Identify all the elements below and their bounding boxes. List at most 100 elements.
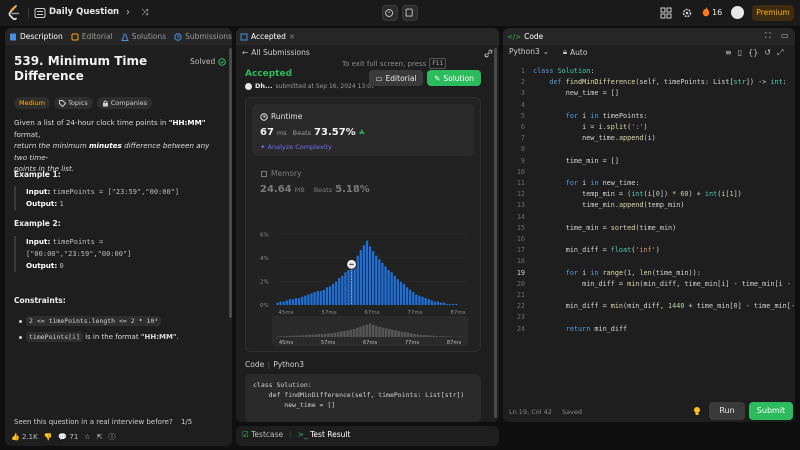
- performance-stats: Runtime 67 ms Beats 73.57% ☘ ✦ Analyze C…: [245, 97, 481, 352]
- minimap-tick-label: 77ms: [405, 340, 420, 346]
- problem-list-icon[interactable]: [34, 7, 46, 19]
- memory-label[interactable]: Memory: [260, 169, 302, 178]
- hint-text: To exit full screen, press: [342, 59, 427, 68]
- link-icon[interactable]: [484, 49, 493, 58]
- code-line[interactable]: time_min = sorted(time_min): [533, 223, 677, 234]
- companies-chip[interactable]: Companies: [96, 97, 153, 109]
- solution-button[interactable]: ✎ Solution: [427, 70, 481, 86]
- code-line[interactable]: class Solution:: [533, 66, 594, 77]
- seen-page[interactable]: 1/5: [181, 418, 192, 426]
- editorial-button[interactable]: ▭ Editorial: [369, 70, 423, 86]
- maximize-icon[interactable]: ⛶: [765, 31, 771, 41]
- run-button[interactable]: Run: [709, 402, 745, 420]
- tab-editorial[interactable]: Editorial: [67, 28, 117, 45]
- code-line[interactable]: for i in range(1, len(time_min)):: [533, 268, 701, 279]
- help-icon[interactable]: ⓘ: [108, 432, 115, 442]
- tab-submissions[interactable]: Submissions: [170, 28, 232, 45]
- runtime-card[interactable]: Runtime 67 ms Beats 73.57% ☘ ✦ Analyze C…: [252, 104, 474, 156]
- minimap-bar: [333, 332, 337, 337]
- tab-description[interactable]: Description: [5, 28, 67, 45]
- code-line[interactable]: for i in timePoints:: [533, 111, 648, 122]
- code-line[interactable]: new_time = []: [533, 88, 619, 99]
- minimap-bar: [381, 327, 385, 337]
- submission-tab-bar: Accepted ✕: [236, 28, 499, 45]
- submit-button[interactable]: Submit: [749, 402, 793, 420]
- histogram-bar: [449, 303, 452, 305]
- premium-button[interactable]: Premium: [752, 5, 794, 21]
- histogram-bar: [452, 303, 455, 305]
- tab-test-result[interactable]: >_ Test Result: [298, 430, 351, 439]
- runtime-distribution-chart[interactable]: 6% 4% 2% 0% 45ms 57ms 67ms 77ms 87ms 45ms 57ms 67ms…: [246, 198, 482, 353]
- code-editor[interactable]: 1 class Solution: 2 def findMinDifference(…: [503, 64, 795, 399]
- code-line[interactable]: return min_diff: [533, 324, 627, 335]
- histogram-bar: [381, 262, 384, 305]
- line-number: 23: [516, 313, 525, 322]
- submitted-code[interactable]: class Solution: def findMinDifference(se…: [245, 374, 481, 422]
- code-line[interactable]: i = i.split(':'): [533, 122, 648, 133]
- histogram-bar: [387, 269, 390, 305]
- desc-emphasis: minutes: [89, 141, 122, 150]
- gear-icon[interactable]: [681, 7, 693, 19]
- button-label: Solution: [443, 73, 474, 83]
- description-tab-bar: Description Editorial Solutions Submissi…: [5, 28, 232, 45]
- editor-status: Ln 19, Col 42 Saved: [509, 408, 582, 416]
- leetcode-logo-icon[interactable]: [7, 5, 21, 21]
- close-icon[interactable]: ✕: [289, 33, 295, 41]
- prev-question-icon[interactable]: ‹: [105, 6, 119, 20]
- code-line[interactable]: temp_min = (int(i[0]) * 60) + int(i[1]): [533, 189, 742, 200]
- tab-code[interactable]: </> Code: [503, 28, 547, 45]
- timer-button[interactable]: [382, 5, 398, 21]
- scrollbar[interactable]: [229, 48, 232, 318]
- code-line[interactable]: min_diff = min(min_diff, time_min[i] - t…: [533, 279, 795, 290]
- tab-solutions[interactable]: Solutions: [117, 28, 170, 45]
- code-line[interactable]: for i in new_time:: [533, 178, 640, 189]
- like-button[interactable]: 👍 2.1K: [11, 433, 38, 441]
- divider: [28, 8, 29, 18]
- code-line[interactable]: def findMinDifference(self, timePoints: …: [533, 77, 786, 88]
- line-number: 22: [516, 302, 525, 311]
- star-icon[interactable]: ☆: [84, 433, 90, 441]
- histogram-bar: [362, 245, 366, 305]
- streak-counter[interactable]: 16: [702, 7, 722, 17]
- layout-grid-icon[interactable]: [660, 7, 672, 19]
- fullscreen-icon[interactable]: ▭: [781, 31, 789, 40]
- problem-title[interactable]: 539. Minimum Time Difference: [14, 54, 174, 84]
- shuffle-icon[interactable]: ⤨: [138, 6, 152, 20]
- histogram-bar: [325, 287, 329, 305]
- topics-chip[interactable]: Topics: [54, 97, 93, 109]
- format-icon[interactable]: ≡: [725, 48, 732, 58]
- analyze-complexity-link[interactable]: ✦ Analyze Complexity: [260, 143, 332, 151]
- auto-label: Auto: [570, 47, 588, 57]
- language-select[interactable]: Python3 ⌄: [509, 47, 549, 56]
- histogram-bar: [316, 290, 319, 305]
- x-tick-label: 57ms: [321, 310, 336, 316]
- tab-accepted[interactable]: Accepted ✕: [236, 28, 299, 45]
- difficulty-badge[interactable]: Medium: [14, 97, 50, 109]
- all-submissions-link[interactable]: ← All Submissions: [242, 48, 310, 57]
- histogram-bar: [436, 301, 440, 305]
- code-line[interactable]: min_diff = float('inf'): [533, 245, 660, 256]
- reset-icon[interactable]: ↺: [764, 48, 771, 58]
- share-icon[interactable]: ⇱: [97, 433, 103, 441]
- submitter-name[interactable]: Dh...: [255, 82, 272, 90]
- code-line[interactable]: time_min.append(temp_min): [533, 200, 684, 211]
- code-line[interactable]: time_min = []: [533, 156, 619, 167]
- comments-button[interactable]: 💬 71: [58, 433, 78, 441]
- histogram-bar: [390, 272, 393, 305]
- auto-mode-toggle[interactable]: 🔒︎ Auto: [563, 47, 587, 57]
- scrollbar[interactable]: [494, 48, 497, 418]
- notes-button[interactable]: [402, 5, 418, 21]
- code-line[interactable]: new_time.append(i): [533, 133, 656, 144]
- braces-icon[interactable]: {}: [748, 48, 758, 58]
- bookmark-icon[interactable]: ▯: [738, 48, 742, 58]
- minimap-bar: [282, 336, 286, 337]
- next-question-icon[interactable]: ›: [121, 6, 135, 20]
- testcase-tab-bar: ☑ Testcase | >_ Test Result: [242, 430, 350, 439]
- memory-beats: 5.18%: [335, 184, 370, 195]
- tab-testcase[interactable]: ☑ Testcase: [242, 430, 283, 439]
- lightbulb-icon[interactable]: [692, 406, 702, 416]
- avatar[interactable]: [731, 6, 744, 19]
- expand-icon[interactable]: ⤢: [777, 48, 783, 58]
- dislike-icon[interactable]: 👎: [44, 433, 53, 441]
- code-line[interactable]: min_diff = min(min_diff, 1440 + time_min…: [533, 301, 795, 312]
